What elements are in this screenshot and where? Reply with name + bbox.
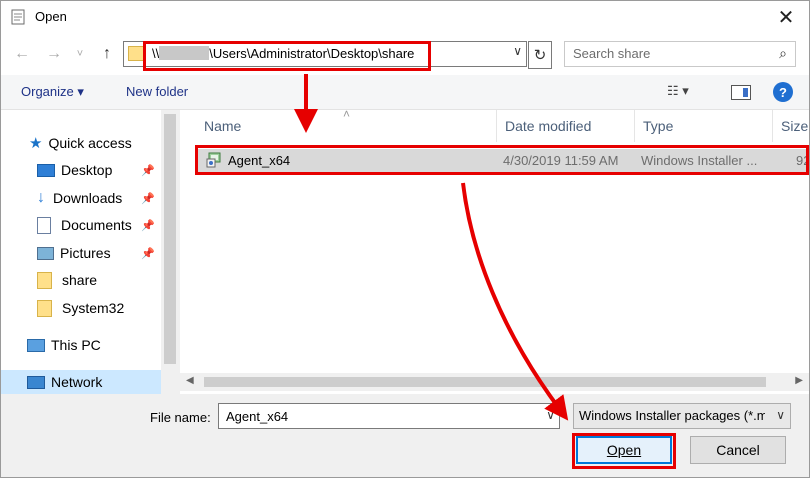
pin-icon: 📌 [141, 192, 155, 205]
chevron-down-icon: ∨ [776, 408, 785, 422]
back-button[interactable]: ← [11, 43, 33, 65]
preview-pane-icon[interactable] [731, 85, 751, 100]
forward-button[interactable]: → [43, 43, 65, 65]
sidebar-item-documents[interactable]: Documents 📌 [37, 213, 161, 237]
address-prefix: \\ [152, 46, 160, 61]
open-dialog: Open ✕ ← → ˅ ↑ \\ \Users\Administrator\De… [0, 0, 810, 478]
pictures-icon [37, 246, 54, 260]
refresh-button[interactable]: ↻ [528, 41, 552, 69]
up-button[interactable]: ↑ [96, 43, 118, 65]
scrollbar-thumb[interactable] [204, 377, 766, 387]
navigation-pane-scrollbar[interactable] [161, 110, 179, 394]
search-icon: ⌕ [779, 45, 787, 61]
title-bar: Open ✕ [1, 1, 809, 33]
folder-icon [128, 46, 146, 61]
chevron-down-icon: ˅ [76, 48, 84, 60]
up-arrow-icon: ↑ [103, 45, 111, 62]
file-size: 92 [796, 153, 809, 168]
pin-icon: 📌 [141, 164, 155, 177]
address-path: \Users\Administrator\Desktop\share [209, 46, 415, 61]
view-options-icon[interactable]: ☷ ▾ [667, 83, 707, 101]
installer-package-icon [206, 152, 221, 168]
sidebar-item-quick-access[interactable]: ★ Quick access [29, 131, 161, 155]
file-type: Windows Installer ... [641, 153, 758, 168]
cancel-button[interactable]: Cancel [690, 436, 786, 464]
column-header-date-modified[interactable]: Date modified [497, 110, 635, 142]
sidebar-item-this-pc[interactable]: This PC [27, 333, 161, 357]
organize-button[interactable]: Organize ▾ [21, 84, 84, 100]
sidebar-item-downloads[interactable]: ↓ Downloads 📌 [37, 186, 161, 210]
pin-icon: 📌 [141, 247, 155, 260]
command-bar: Organize ▾ New folder ☷ ▾ ? [1, 75, 809, 110]
file-name-input[interactable] [224, 408, 538, 425]
file-list: ˄ Name Date modified Type Size Agent_x64… [180, 107, 809, 394]
file-name-combobox[interactable]: ∨ [218, 403, 560, 429]
dialog-footer: File name: ∨ Windows Installer packages … [1, 394, 809, 477]
search-placeholder: Search share [573, 46, 651, 61]
document-icon [37, 216, 51, 234]
download-icon: ↓ [37, 189, 45, 206]
close-button[interactable]: ✕ [763, 1, 809, 33]
scroll-left-icon[interactable]: ◀ [186, 375, 194, 386]
back-arrow-icon: ← [14, 45, 30, 62]
new-folder-button[interactable]: New folder [126, 84, 188, 99]
desktop-icon [37, 163, 55, 177]
address-bar[interactable]: \\ \Users\Administrator\Desktop\share ∨ [123, 41, 527, 67]
file-type-select[interactable]: Windows Installer packages (*.m ∨ [573, 403, 791, 429]
column-header-size[interactable]: Size [773, 110, 809, 142]
chevron-down-icon[interactable]: ∨ [546, 408, 555, 422]
chevron-down-icon[interactable]: ∨ [513, 44, 522, 58]
navigation-pane: ★ Quick access Desktop 📌 ↓ Downloads 📌 D… [1, 110, 179, 394]
scroll-right-icon[interactable]: ▶ [795, 375, 803, 386]
table-row[interactable]: Agent_x64 4/30/2019 11:59 AM Windows Ins… [198, 149, 809, 173]
file-name-label: File name: [150, 410, 211, 425]
open-button[interactable]: Open [576, 436, 672, 464]
document-icon [11, 9, 25, 25]
search-box[interactable]: Search share ⌕ [564, 41, 796, 67]
file-list-horizontal-scrollbar[interactable]: ◀ ▶ [180, 373, 809, 391]
recent-locations-button[interactable]: ˅ [73, 43, 87, 65]
redacted-server-name [159, 46, 210, 60]
network-icon [27, 375, 45, 389]
sidebar-item-system32[interactable]: System32 [37, 296, 161, 320]
refresh-icon: ↻ [533, 47, 547, 64]
pin-icon: 📌 [141, 219, 155, 232]
file-name: Agent_x64 [228, 153, 291, 168]
sidebar-item-pictures[interactable]: Pictures 📌 [37, 241, 161, 265]
column-header-type[interactable]: Type [635, 110, 773, 142]
scrollbar-thumb[interactable] [164, 114, 176, 364]
sidebar-item-desktop[interactable]: Desktop 📌 [37, 158, 161, 182]
folder-icon [37, 299, 52, 317]
close-icon: ✕ [777, 6, 795, 29]
window-title: Open [35, 9, 67, 24]
navigation-bar: ← → ˅ ↑ \\ \Users\Administrator\Desktop\s… [1, 33, 809, 75]
folder-icon [37, 271, 52, 289]
column-header-name[interactable]: Name [196, 110, 497, 142]
help-icon[interactable]: ? [773, 82, 793, 102]
computer-icon [27, 338, 45, 352]
sidebar-item-network[interactable]: Network [1, 370, 161, 394]
file-type-value: Windows Installer packages (*.m [579, 408, 765, 423]
forward-arrow-icon: → [46, 45, 62, 62]
sidebar-item-share[interactable]: share [37, 268, 161, 292]
star-icon: ★ [29, 135, 43, 152]
file-date-modified: 4/30/2019 11:59 AM [503, 153, 619, 168]
